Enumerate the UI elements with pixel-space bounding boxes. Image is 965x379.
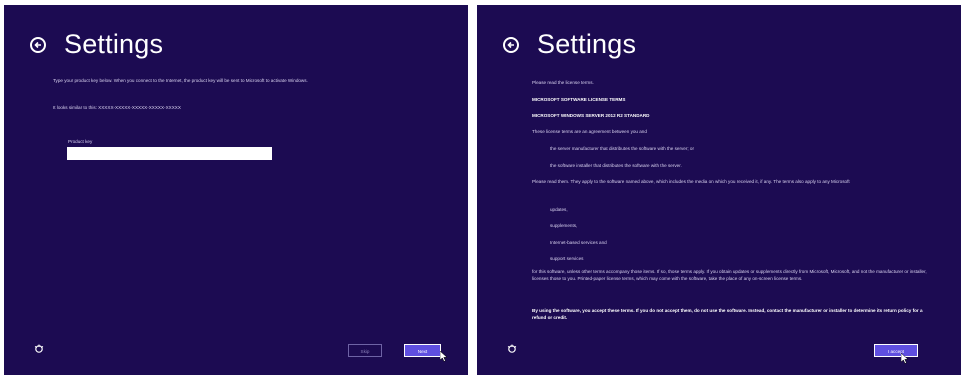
party-item: the software installer that distributes …: [550, 163, 682, 168]
agreement-text: These license terms are an agreement bet…: [532, 129, 647, 134]
mouse-cursor-icon: [901, 353, 909, 364]
terms-list-item: support services: [550, 256, 584, 261]
license-terms-screen: Settings Please read the license terms. …: [477, 5, 961, 375]
back-arrow-button[interactable]: [30, 37, 46, 53]
page-title: Settings: [537, 29, 637, 59]
apply-text: Please read them. They apply to the soft…: [532, 179, 850, 184]
ease-of-access-icon[interactable]: [507, 344, 517, 354]
other-terms-text: for this software, unless other terms ac…: [532, 269, 927, 281]
terms-list-item: supplements,: [550, 223, 578, 228]
mouse-cursor-icon: [440, 351, 448, 362]
license-heading: MICROSOFT SOFTWARE LICENSE TERMS: [532, 97, 626, 102]
party-item: the server manufacturer that distributes…: [550, 146, 695, 151]
skip-button[interactable]: Skip: [348, 344, 382, 357]
back-arrow-icon: [34, 41, 41, 49]
intro-text: Type your product key below. When you co…: [53, 78, 308, 83]
back-arrow-button[interactable]: [503, 37, 519, 53]
ease-of-access-icon[interactable]: [34, 344, 44, 354]
page-title: Settings: [64, 29, 164, 59]
terms-list-item: updates,: [550, 207, 568, 212]
accept-button[interactable]: I accept: [874, 344, 918, 357]
next-button[interactable]: Next: [404, 344, 441, 357]
back-arrow-icon: [507, 41, 514, 49]
product-key-label: Product key: [68, 139, 93, 144]
acceptance-text: By using the software, you accept these …: [532, 308, 923, 320]
example-key-text: It looks similar to this: XXXXX-XXXXX-XX…: [53, 105, 181, 110]
terms-list-item: Internet-based services and: [550, 240, 607, 245]
product-heading: MICROSOFT WINDOWS SERVER 2012 R2 STANDAR…: [532, 113, 650, 118]
product-key-input[interactable]: [67, 147, 272, 160]
read-terms-text: Please read the license terms.: [532, 80, 594, 85]
product-key-screen: Settings Type your product key below. Wh…: [4, 5, 468, 375]
